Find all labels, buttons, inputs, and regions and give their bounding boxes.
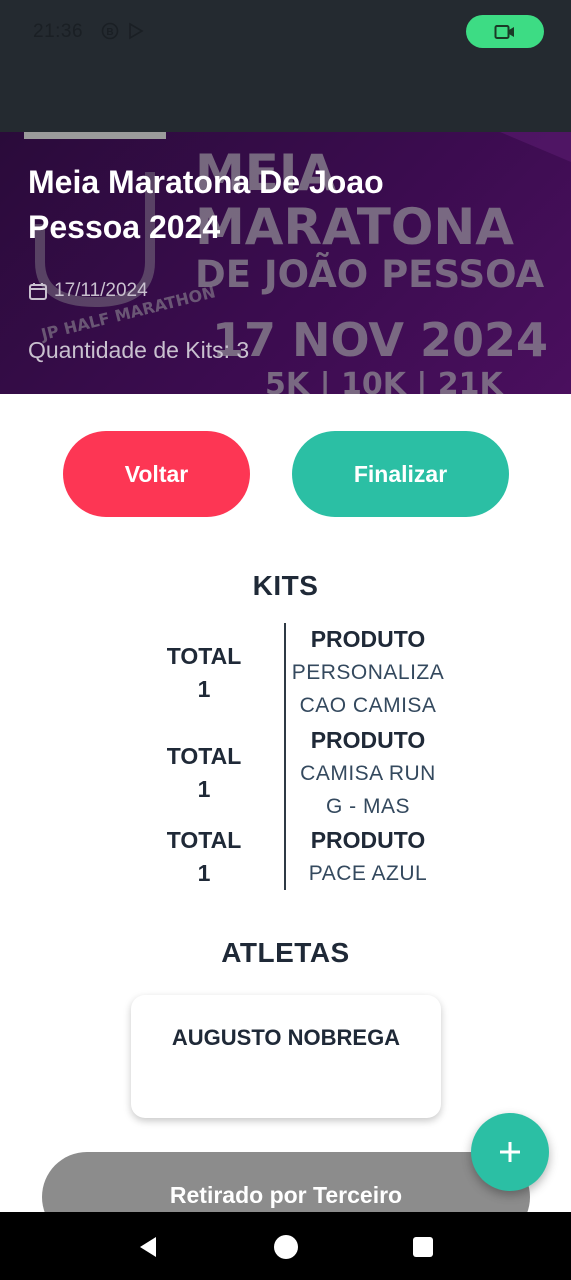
play-store-icon — [126, 22, 146, 40]
status-bar: 21:36 B — [0, 0, 571, 132]
kit-product: PRODUTO PACE AZUL — [290, 824, 446, 890]
kit-product-name-line: PACE AZUL — [308, 862, 428, 885]
banner-distances: 5K | 10K | 21K — [265, 367, 505, 394]
plus-icon — [500, 1142, 520, 1162]
event-date-row: 17/11/2024 — [28, 280, 148, 302]
kit-product-label: PRODUTO — [310, 727, 426, 753]
kit-total: TOTAL 1 — [148, 740, 260, 806]
kits-divider — [284, 623, 286, 890]
status-time: 21:36 — [33, 21, 84, 42]
event-banner: MEIA MARATONA DE JOÃO PESSOA 17 NOV 2024… — [0, 132, 571, 394]
kit-total: TOTAL 1 — [148, 640, 260, 706]
b-circle-icon: B — [100, 22, 120, 40]
athlete-name: AUGUSTO NOBREGA — [171, 1025, 401, 1050]
kit-total-label: TOTAL — [166, 743, 242, 769]
kits-quantity: Quantidade de Kits: 3 — [28, 337, 250, 363]
screen-record-indicator[interactable] — [466, 15, 544, 48]
kit-product-name-line: CAO CAMISA — [299, 694, 437, 717]
kit-product-name-line: CAMISA RUN — [300, 762, 436, 785]
status-icons: B — [100, 22, 146, 40]
event-title: Meia Maratona De Joao Pessoa 2024 — [28, 164, 384, 245]
svg-text:B: B — [106, 27, 113, 38]
kit-total-label: TOTAL — [166, 643, 242, 669]
recents-icon[interactable] — [410, 1234, 436, 1260]
kit-product: PRODUTO CAMISA RUN G - MAS — [290, 724, 446, 823]
kit-total-value: 1 — [197, 676, 211, 702]
back-icon[interactable] — [135, 1234, 161, 1260]
kit-total-label: TOTAL — [166, 827, 242, 853]
back-button[interactable]: Voltar — [63, 431, 250, 517]
video-camera-icon — [494, 24, 514, 39]
system-nav-bar — [0, 1212, 571, 1280]
event-date: 17/11/2024 — [54, 280, 148, 301]
banner-line3: DE JOÃO PESSOA — [195, 252, 545, 296]
home-icon[interactable] — [273, 1234, 299, 1260]
kit-total-value: 1 — [197, 776, 211, 802]
banner-date: 17 NOV 2024 — [212, 313, 548, 367]
kit-product-name-line: G - MAS — [325, 795, 410, 818]
finish-button[interactable]: Finalizar — [292, 431, 509, 517]
kit-total-value: 1 — [197, 860, 211, 886]
kit-product-label: PRODUTO — [310, 827, 426, 853]
calendar-icon — [29, 283, 47, 300]
kit-product-label: PRODUTO — [310, 626, 426, 652]
kit-total: TOTAL 1 — [148, 824, 260, 890]
kit-product-name-line: PERSONALIZA — [291, 661, 445, 684]
kit-product: PRODUTO PERSONALIZA CAO CAMISA — [290, 623, 446, 722]
add-button[interactable] — [471, 1113, 549, 1191]
athlete-card[interactable]: AUGUSTO NOBREGA — [131, 995, 441, 1118]
athletes-title: ATLETAS — [221, 937, 350, 968]
kits-title: KITS — [252, 570, 319, 601]
